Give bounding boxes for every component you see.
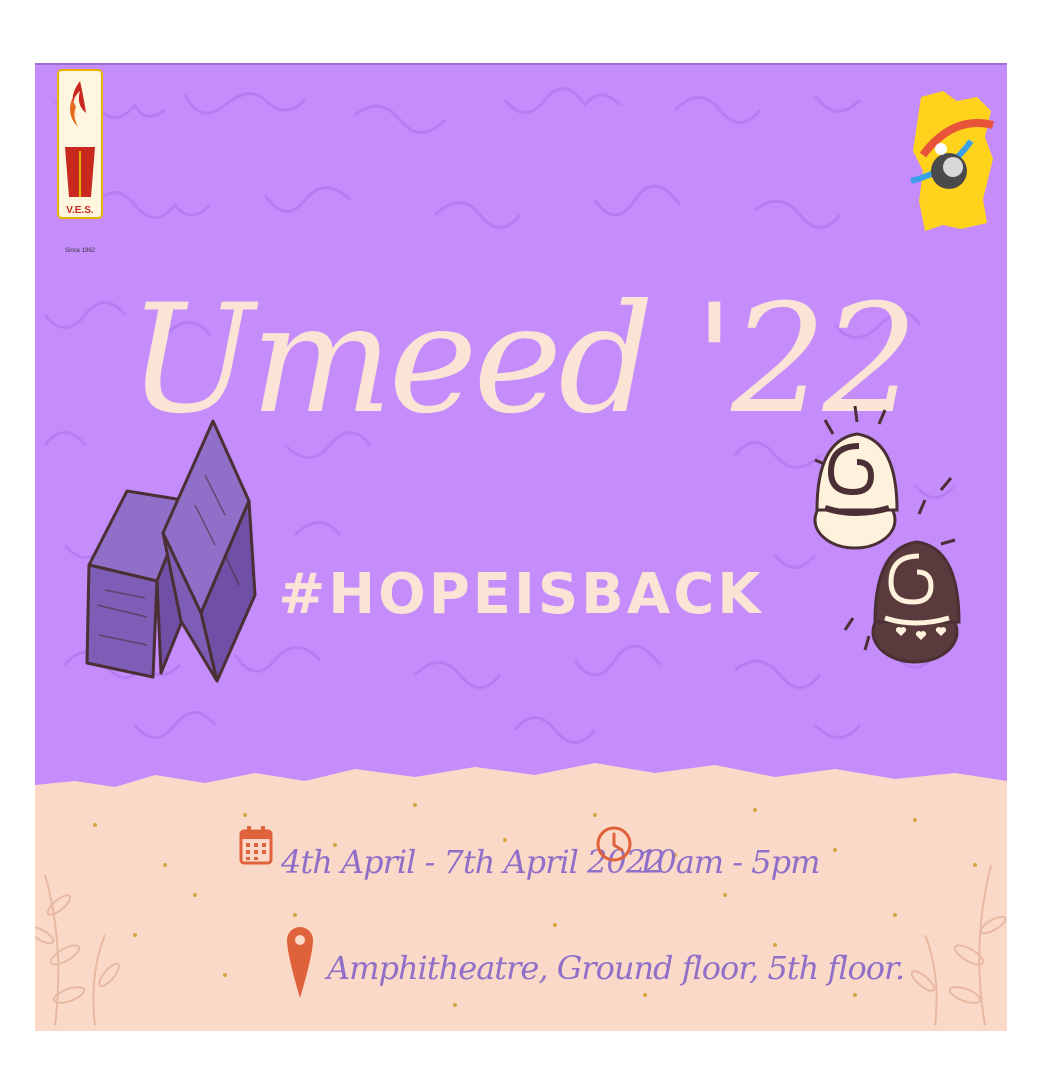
ves-logo-subtext: Since 1962 <box>65 248 96 254</box>
torn-paper-panel <box>35 763 1007 1031</box>
event-logo <box>910 91 994 231</box>
brownie-illustration <box>85 419 257 683</box>
ves-logo-text: V.E.S. <box>66 205 94 216</box>
clock-icon <box>596 826 632 862</box>
calendar-icon <box>239 826 273 865</box>
event-time: 10am - 5pm <box>637 843 820 881</box>
event-venue: Amphitheatre, Ground floor, 5th floor. <box>327 949 905 987</box>
ves-logo: V.E.S. Since 1962 <box>57 69 103 254</box>
event-poster: V.E.S. Since 1962 Umeed '22 #HOPEISBACK <box>35 63 1007 1031</box>
chocolate-truffle-illustration <box>813 405 961 664</box>
location-pin-icon <box>287 927 313 998</box>
